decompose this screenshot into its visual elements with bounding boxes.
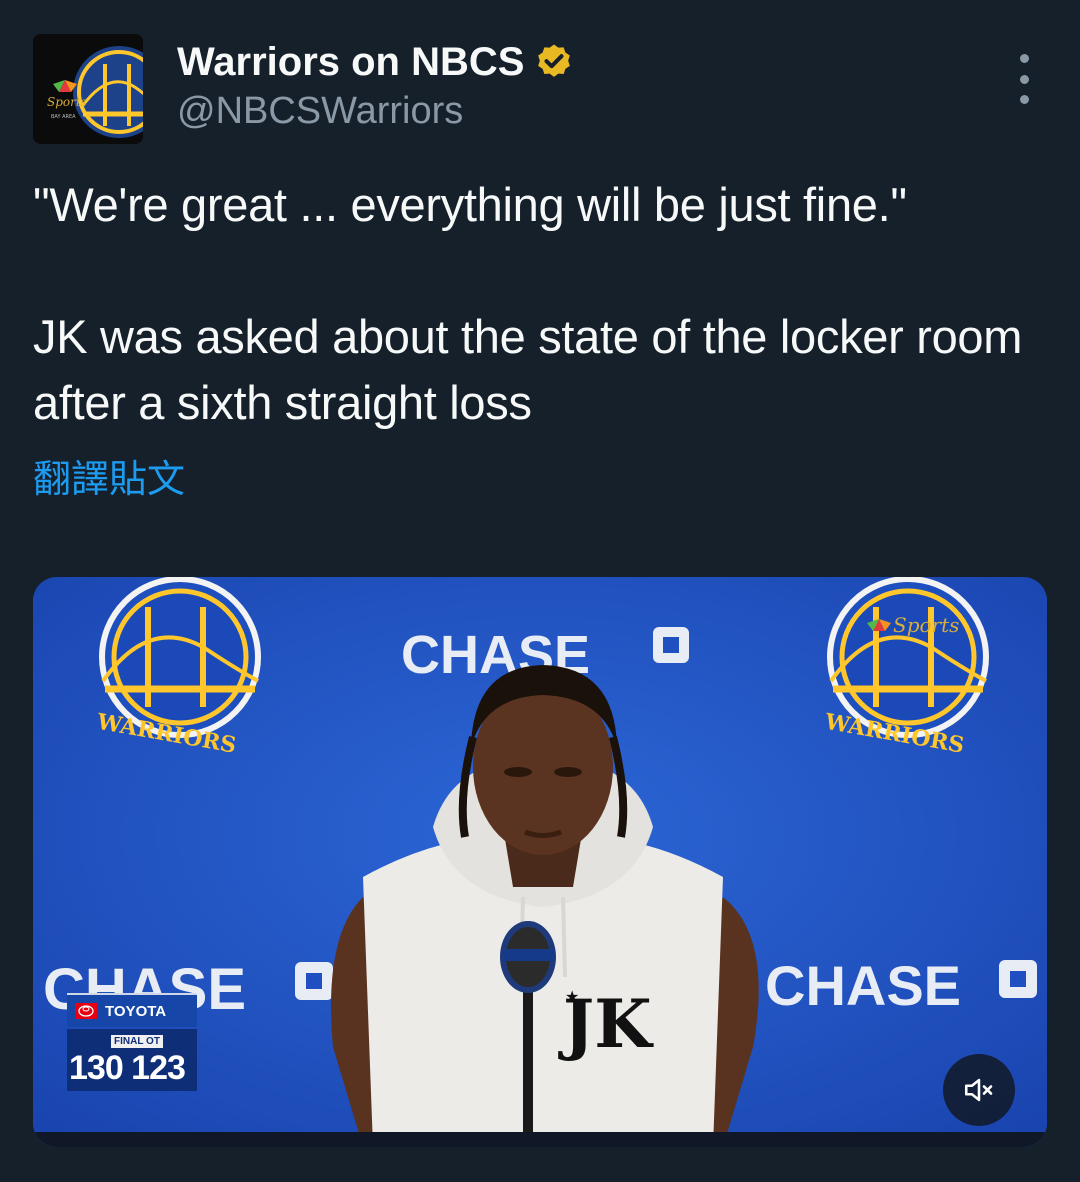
translate-post-link[interactable]: 翻譯貼文	[33, 455, 185, 503]
game-status-badge: FINAL OT	[111, 1035, 163, 1048]
warriors-logo-left-icon	[99, 577, 261, 738]
display-name[interactable]: Warriors on NBCS	[177, 38, 524, 86]
warriors-logo-right-icon	[827, 577, 989, 738]
more-dot-icon	[1019, 54, 1029, 63]
svg-text:BAY AREA: BAY AREA	[51, 114, 76, 120]
more-dot-icon	[1019, 74, 1029, 84]
toyota-logo-icon	[75, 1003, 97, 1019]
display-name-row[interactable]: Warriors on NBCS	[177, 38, 574, 86]
svg-text:Sports: Sports	[893, 613, 959, 637]
more-dot-icon	[1019, 95, 1029, 104]
scorebug: FINAL OT 130 123	[67, 1029, 197, 1091]
unmute-button[interactable]	[943, 1054, 1015, 1126]
chase-logo-right: CHASE	[765, 954, 961, 1017]
final-score: 130 123	[69, 1049, 186, 1087]
tweet-post: Sports BAY AREA Warriors on NBCS @NBCSWa…	[0, 0, 1080, 1182]
verified-badge-icon	[538, 44, 571, 77]
account-avatar[interactable]: Sports BAY AREA	[33, 34, 143, 144]
svg-text:Sports: Sports	[47, 95, 87, 109]
svg-text:★: ★	[565, 987, 579, 1006]
more-options-button[interactable]	[1004, 54, 1044, 104]
tweet-text: "We're great ... everything will be just…	[33, 178, 1023, 429]
scorebug-sponsor: TOYOTA	[67, 993, 197, 1027]
speaker-muted-icon	[964, 1078, 993, 1102]
nbcs-warriors-logo-icon: Sports BAY AREA	[33, 34, 143, 144]
scorebug-sponsor-label: TOYOTA	[105, 1002, 167, 1020]
account-handle[interactable]: @NBCSWarriors	[177, 88, 463, 134]
chase-octagon-icon	[653, 627, 689, 663]
video-player[interactable]: WARRIORS WARRIORS Sports CHASE CHASE CHA…	[33, 577, 1047, 1147]
